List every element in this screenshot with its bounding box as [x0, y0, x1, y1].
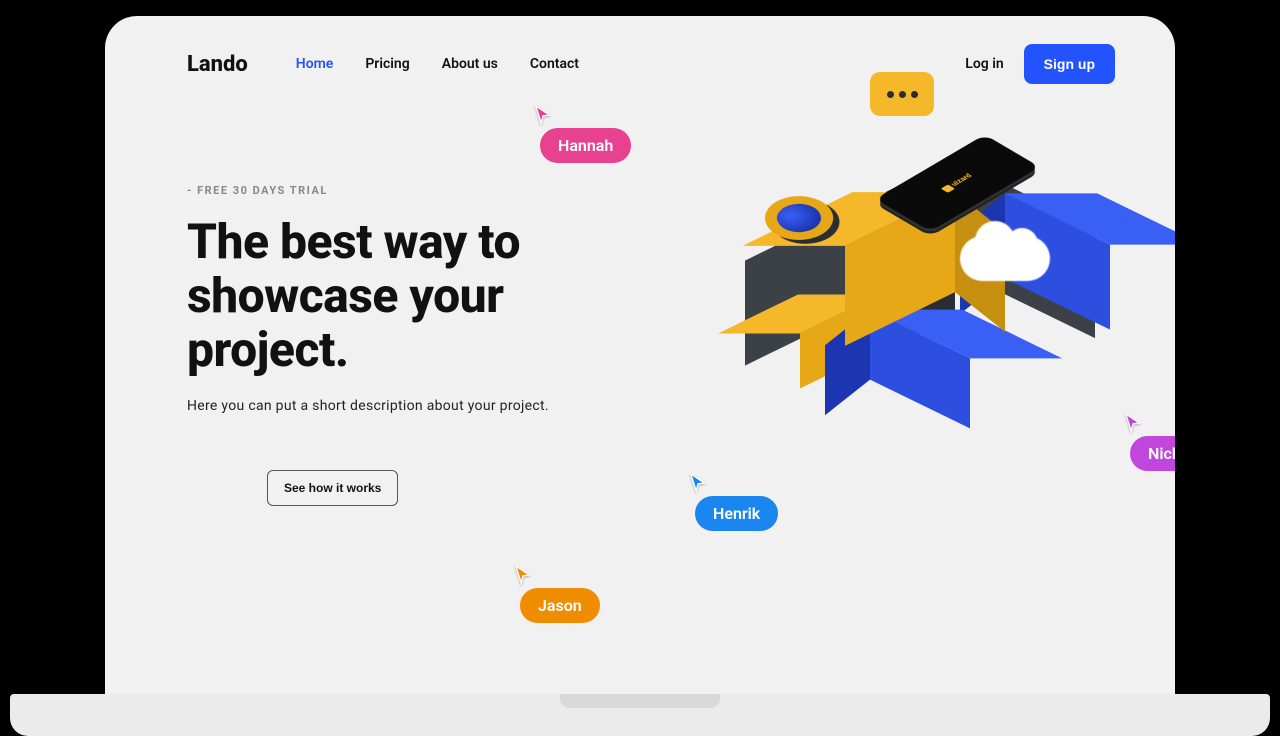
collab-cursor-jason: Jason	[520, 564, 600, 623]
hero-copy: - FREE 30 DAYS TRIAL The best way to sho…	[187, 184, 667, 506]
cta-row: See how it works	[187, 470, 667, 506]
cursor-label: Nick	[1130, 436, 1175, 471]
eyebrow-text: - FREE 30 DAYS TRIAL	[187, 184, 667, 197]
iso-cube-blue	[870, 310, 970, 429]
hero-section: - FREE 30 DAYS TRIAL The best way to sho…	[105, 84, 1175, 506]
nav-about[interactable]: About us	[442, 56, 498, 72]
laptop-base	[10, 694, 1270, 736]
see-how-it-works-button[interactable]: See how it works	[267, 470, 398, 506]
hero-illustration: uizard	[705, 64, 1145, 464]
cursor-icon	[514, 564, 532, 586]
cursor-label: Henrik	[695, 496, 778, 531]
cursor-icon	[689, 472, 707, 494]
headline: The best way to showcase your project.	[187, 215, 667, 376]
laptop-notch	[560, 694, 720, 708]
collab-cursor-henrik: Henrik	[695, 472, 778, 531]
collab-cursor-hannah: Hannah	[540, 104, 631, 163]
nav-home[interactable]: Home	[296, 56, 334, 72]
cursor-icon	[1124, 412, 1142, 434]
nav-pricing[interactable]: Pricing	[365, 56, 409, 72]
phone-brand-label: uizard	[940, 173, 974, 193]
laptop-mockup: Lando Home Pricing About us Contact Log …	[105, 16, 1175, 736]
nav-links: Home Pricing About us Contact	[296, 56, 579, 72]
brand-logo[interactable]: Lando	[187, 52, 248, 77]
cloud-icon	[960, 236, 1050, 281]
chat-bubble-icon	[870, 72, 934, 116]
cursor-icon	[534, 104, 552, 126]
screen: Lando Home Pricing About us Contact Log …	[105, 16, 1175, 694]
nav-contact[interactable]: Contact	[530, 56, 579, 72]
cursor-label: Jason	[520, 588, 600, 623]
collab-cursor-nick: Nick	[1130, 412, 1175, 471]
subheadline: Here you can put a short description abo…	[187, 398, 667, 414]
cursor-label: Hannah	[540, 128, 631, 163]
